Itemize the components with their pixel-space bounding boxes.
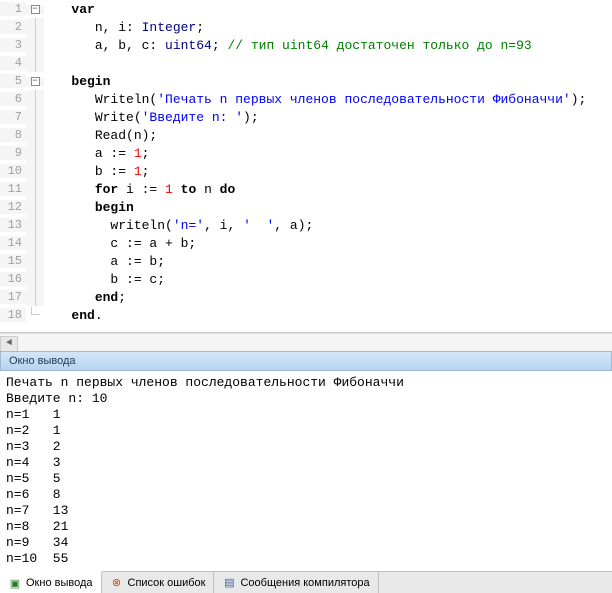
code-text[interactable]: b := 1; <box>44 164 149 179</box>
line-number: 14 <box>0 236 26 250</box>
code-text[interactable]: for i := 1 to n do <box>44 182 235 197</box>
fold-gutter <box>26 108 44 126</box>
code-line[interactable]: 12 begin <box>0 198 612 216</box>
code-line[interactable]: 8 Read(n); <box>0 126 612 144</box>
line-number: 7 <box>0 110 26 124</box>
tab-compiler[interactable]: ▤ Сообщения компилятора <box>214 572 378 593</box>
line-number: 16 <box>0 272 26 286</box>
output-panel-title: Окно вывода <box>0 351 612 371</box>
code-text[interactable]: writeln('n=', i, ' ', a); <box>44 218 313 233</box>
bottom-tabs: ▣ Окно вывода ⊗ Список ошибок ▤ Сообщени… <box>0 571 612 593</box>
code-line[interactable]: 17 end; <box>0 288 612 306</box>
line-number: 2 <box>0 20 26 34</box>
code-text[interactable]: var <box>44 2 95 17</box>
code-line[interactable]: 1− var <box>0 0 612 18</box>
code-text[interactable]: begin <box>44 74 110 89</box>
fold-gutter <box>26 36 44 54</box>
code-line[interactable]: 15 a := b; <box>0 252 612 270</box>
output-content[interactable]: Печать n первых членов последовательност… <box>0 371 612 571</box>
line-number: 10 <box>0 164 26 178</box>
code-text[interactable]: a := b; <box>44 254 165 269</box>
tab-output-label: Окно вывода <box>26 577 93 589</box>
code-text[interactable]: Read(n); <box>44 128 157 143</box>
line-number: 12 <box>0 200 26 214</box>
code-line[interactable]: 13 writeln('n=', i, ' ', a); <box>0 216 612 234</box>
code-text[interactable]: Write('Введите n: '); <box>44 110 259 125</box>
code-line[interactable]: 7 Write('Введите n: '); <box>0 108 612 126</box>
tab-errors[interactable]: ⊗ Список ошибок <box>102 572 215 593</box>
line-number: 8 <box>0 128 26 142</box>
code-line[interactable]: 3 a, b, c: uint64; // тип uint64 достато… <box>0 36 612 54</box>
fold-gutter <box>26 216 44 234</box>
output-icon: ▣ <box>8 576 22 590</box>
fold-gutter <box>26 90 44 108</box>
scroll-left-arrow[interactable]: ◄ <box>0 336 18 352</box>
output-panel: Окно вывода Печать n первых членов после… <box>0 351 612 571</box>
errors-icon: ⊗ <box>110 576 124 590</box>
tab-output[interactable]: ▣ Окно вывода <box>0 571 102 593</box>
fold-gutter <box>26 162 44 180</box>
line-number: 18 <box>0 308 26 322</box>
code-text[interactable]: end. <box>44 308 103 323</box>
fold-gutter <box>26 252 44 270</box>
fold-gutter: − <box>26 5 44 14</box>
fold-gutter: − <box>26 77 44 86</box>
code-line[interactable]: 10 b := 1; <box>0 162 612 180</box>
code-line[interactable]: 16 b := c; <box>0 270 612 288</box>
line-number: 17 <box>0 290 26 304</box>
fold-gutter <box>26 54 44 72</box>
fold-gutter <box>26 126 44 144</box>
tab-errors-label: Список ошибок <box>128 577 206 589</box>
fold-gutter <box>26 234 44 252</box>
code-text[interactable]: Writeln('Печать n первых членов последов… <box>44 92 586 107</box>
code-text[interactable]: a := 1; <box>44 146 149 161</box>
code-text[interactable]: begin <box>44 200 134 215</box>
code-line[interactable]: 4 <box>0 54 612 72</box>
line-number: 1 <box>0 2 26 16</box>
line-number: 15 <box>0 254 26 268</box>
code-text[interactable]: n, i: Integer; <box>44 20 204 35</box>
fold-toggle-icon[interactable]: − <box>31 5 40 14</box>
fold-toggle-icon[interactable]: − <box>31 77 40 86</box>
code-line[interactable]: 18 end. <box>0 306 612 324</box>
code-line[interactable]: 9 a := 1; <box>0 144 612 162</box>
horizontal-scrollbar[interactable]: ◄ <box>0 333 612 351</box>
code-line[interactable]: 2 n, i: Integer; <box>0 18 612 36</box>
line-number: 3 <box>0 38 26 52</box>
code-text[interactable]: c := a + b; <box>44 236 196 251</box>
code-line[interactable]: 6 Writeln('Печать n первых членов послед… <box>0 90 612 108</box>
code-line[interactable]: 11 for i := 1 to n do <box>0 180 612 198</box>
fold-gutter <box>26 288 44 306</box>
code-text[interactable]: b := c; <box>44 272 165 287</box>
fold-gutter <box>26 180 44 198</box>
fold-gutter <box>26 270 44 288</box>
code-text[interactable]: a, b, c: uint64; // тип uint64 достаточе… <box>44 38 532 53</box>
tab-compiler-label: Сообщения компилятора <box>240 577 369 589</box>
line-number: 5 <box>0 74 26 88</box>
fold-gutter <box>26 198 44 216</box>
compiler-icon: ▤ <box>222 576 236 590</box>
code-line[interactable]: 5− begin <box>0 72 612 90</box>
code-line[interactable]: 14 c := a + b; <box>0 234 612 252</box>
code-text[interactable]: end; <box>44 290 126 305</box>
code-editor[interactable]: 1− var2 n, i: Integer;3 a, b, c: uint64;… <box>0 0 612 333</box>
line-number: 13 <box>0 218 26 232</box>
fold-gutter <box>26 144 44 162</box>
fold-gutter <box>26 18 44 36</box>
line-number: 6 <box>0 92 26 106</box>
line-number: 11 <box>0 182 26 196</box>
line-number: 4 <box>0 56 26 70</box>
line-number: 9 <box>0 146 26 160</box>
